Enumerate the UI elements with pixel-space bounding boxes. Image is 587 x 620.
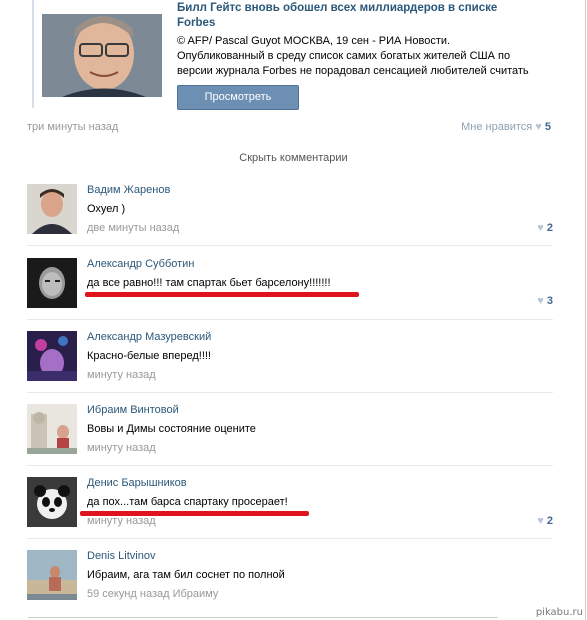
heart-icon: ♥ — [537, 222, 544, 234]
comment-time[interactable]: две минуты назад — [87, 222, 179, 234]
comment: Denis Litvinov Ибраим, ага там бил сосне… — [0, 550, 587, 620]
comment-text: Ибраим, ага там бил соснет по полной — [87, 569, 285, 581]
watermark: pikabu.ru — [535, 607, 583, 618]
post-like-count: 5 — [544, 121, 551, 133]
post-like-label: Мне нравится — [461, 121, 533, 133]
divider — [27, 538, 553, 539]
post-like-button[interactable]: Мне нравится ♥ 5 — [461, 121, 551, 133]
comment-author[interactable]: Александр Субботин — [87, 258, 194, 270]
comment-time[interactable]: минуту назад — [87, 515, 156, 527]
hide-comments-link[interactable]: Скрыть комментарии — [0, 152, 587, 164]
divider — [27, 392, 553, 393]
comment-time[interactable]: минуту назад — [87, 442, 156, 454]
comment-like-count: 3 — [546, 295, 553, 307]
heart-icon: ♥ — [537, 515, 544, 527]
heart-icon: ♥ — [537, 295, 544, 307]
comment-text: Вовы и Димы состояние оцените — [87, 423, 256, 435]
comment-like-button[interactable]: ♥ 2 — [537, 515, 553, 527]
comment-author[interactable]: Denis Litvinov — [87, 550, 155, 562]
comment-time[interactable]: 59 секунд назад Ибраиму — [87, 588, 218, 600]
comment-text: Красно-белые вперед!!!! — [87, 350, 211, 362]
avatar[interactable] — [27, 184, 77, 234]
comment: Ибраим Винтовой Вовы и Димы состояние оц… — [0, 404, 587, 474]
article-text: © AFP/ Pascal Guyot МОСКВА, 19 сен - РИА… — [177, 35, 529, 77]
divider — [27, 245, 553, 246]
repost-bar — [32, 0, 34, 108]
avatar[interactable] — [27, 404, 77, 454]
divider — [27, 465, 553, 466]
red-marker-underline — [85, 292, 359, 297]
comment-like-button[interactable]: ♥ 2 — [537, 222, 553, 234]
heart-icon: ♥ — [535, 121, 542, 133]
red-marker-underline — [80, 511, 309, 516]
comment-author[interactable]: Денис Барышников — [87, 477, 187, 489]
comment-like-button[interactable]: ♥ 3 — [537, 295, 553, 307]
comment-author[interactable]: Ибраим Винтовой — [87, 404, 179, 416]
article-photo[interactable] — [42, 14, 162, 97]
view-button[interactable]: Просмотреть — [177, 85, 299, 110]
avatar[interactable] — [27, 258, 77, 308]
comment-author[interactable]: Вадим Жаренов — [87, 184, 170, 196]
article-title[interactable]: Билл Гейтс вновь обошел всех миллиардеро… — [177, 1, 527, 31]
comment-like-count: 2 — [546, 515, 553, 527]
avatar[interactable] — [27, 331, 77, 381]
comment: Вадим Жаренов Охуел ) две минуты назад ♥… — [0, 184, 587, 254]
comment-author[interactable]: Александр Мазуревский — [87, 331, 211, 343]
comment-text: да пох...там барса спартаку просерает! — [87, 496, 288, 508]
avatar[interactable] — [27, 550, 77, 600]
comment-text: да все равно!!! там спартак бьет барсело… — [87, 277, 331, 289]
comment-time[interactable]: минуту назад — [87, 369, 156, 381]
comment-like-count: 2 — [546, 222, 553, 234]
post-time[interactable]: три минуты назад — [27, 121, 118, 133]
page-right-border — [585, 0, 586, 620]
avatar[interactable] — [27, 477, 77, 527]
comment-text: Охуел ) — [87, 203, 126, 215]
divider — [27, 319, 553, 320]
page-bottom-border — [28, 617, 498, 618]
comment: Александр Мазуревский Красно-белые впере… — [0, 331, 587, 401]
